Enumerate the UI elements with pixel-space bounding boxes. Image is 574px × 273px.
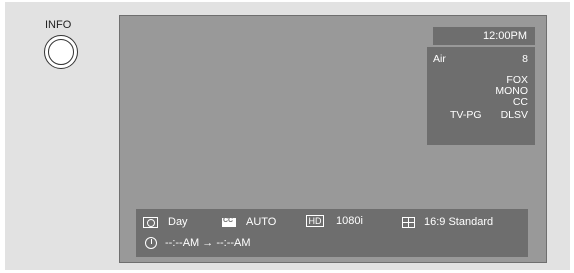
aspect-ratio-icon xyxy=(402,216,415,228)
cc-mode-value: AUTO xyxy=(246,216,277,228)
picture-mode-value: Day xyxy=(168,216,188,228)
timer-range: --:--AM → --:--AM xyxy=(165,237,251,249)
resolution-value: 1080i xyxy=(336,215,363,227)
closed-caption-icon xyxy=(222,217,236,227)
cc-mode-item: AUTO xyxy=(222,216,276,228)
picture-mode-item: Day xyxy=(143,216,188,228)
timer-item: --:--AM → --:--AM xyxy=(145,237,251,249)
rating-flags: DLSV xyxy=(500,109,528,121)
tv-screen: 12:00PM Air 8 FOX MONO CC TV-PG DLSV Day… xyxy=(119,15,547,263)
aspect-value: 16:9 Standard xyxy=(424,216,494,228)
clock: 12:00PM xyxy=(433,27,535,45)
content-rating: TV-PG xyxy=(450,109,482,121)
hd-icon: HD xyxy=(306,215,324,227)
info-label: INFO xyxy=(45,19,72,31)
picture-mode-icon xyxy=(143,216,158,228)
channel-info-box: Air 8 FOX MONO CC TV-PG DLSV xyxy=(427,47,535,145)
remote-panel: INFO 12:00PM Air 8 FOX MONO CC TV-PG DLS… xyxy=(5,2,570,270)
channel-number: 8 xyxy=(522,53,528,65)
timer-icon xyxy=(145,237,157,249)
captions-indicator: CC xyxy=(512,96,528,108)
info-button[interactable] xyxy=(44,35,78,69)
status-bar: Day AUTO HD 1080i 16:9 Standard --:--AM … xyxy=(136,209,528,257)
source-label: Air xyxy=(433,53,446,65)
aspect-item: 16:9 Standard xyxy=(402,216,493,228)
resolution-item: HD 1080i xyxy=(306,215,363,227)
